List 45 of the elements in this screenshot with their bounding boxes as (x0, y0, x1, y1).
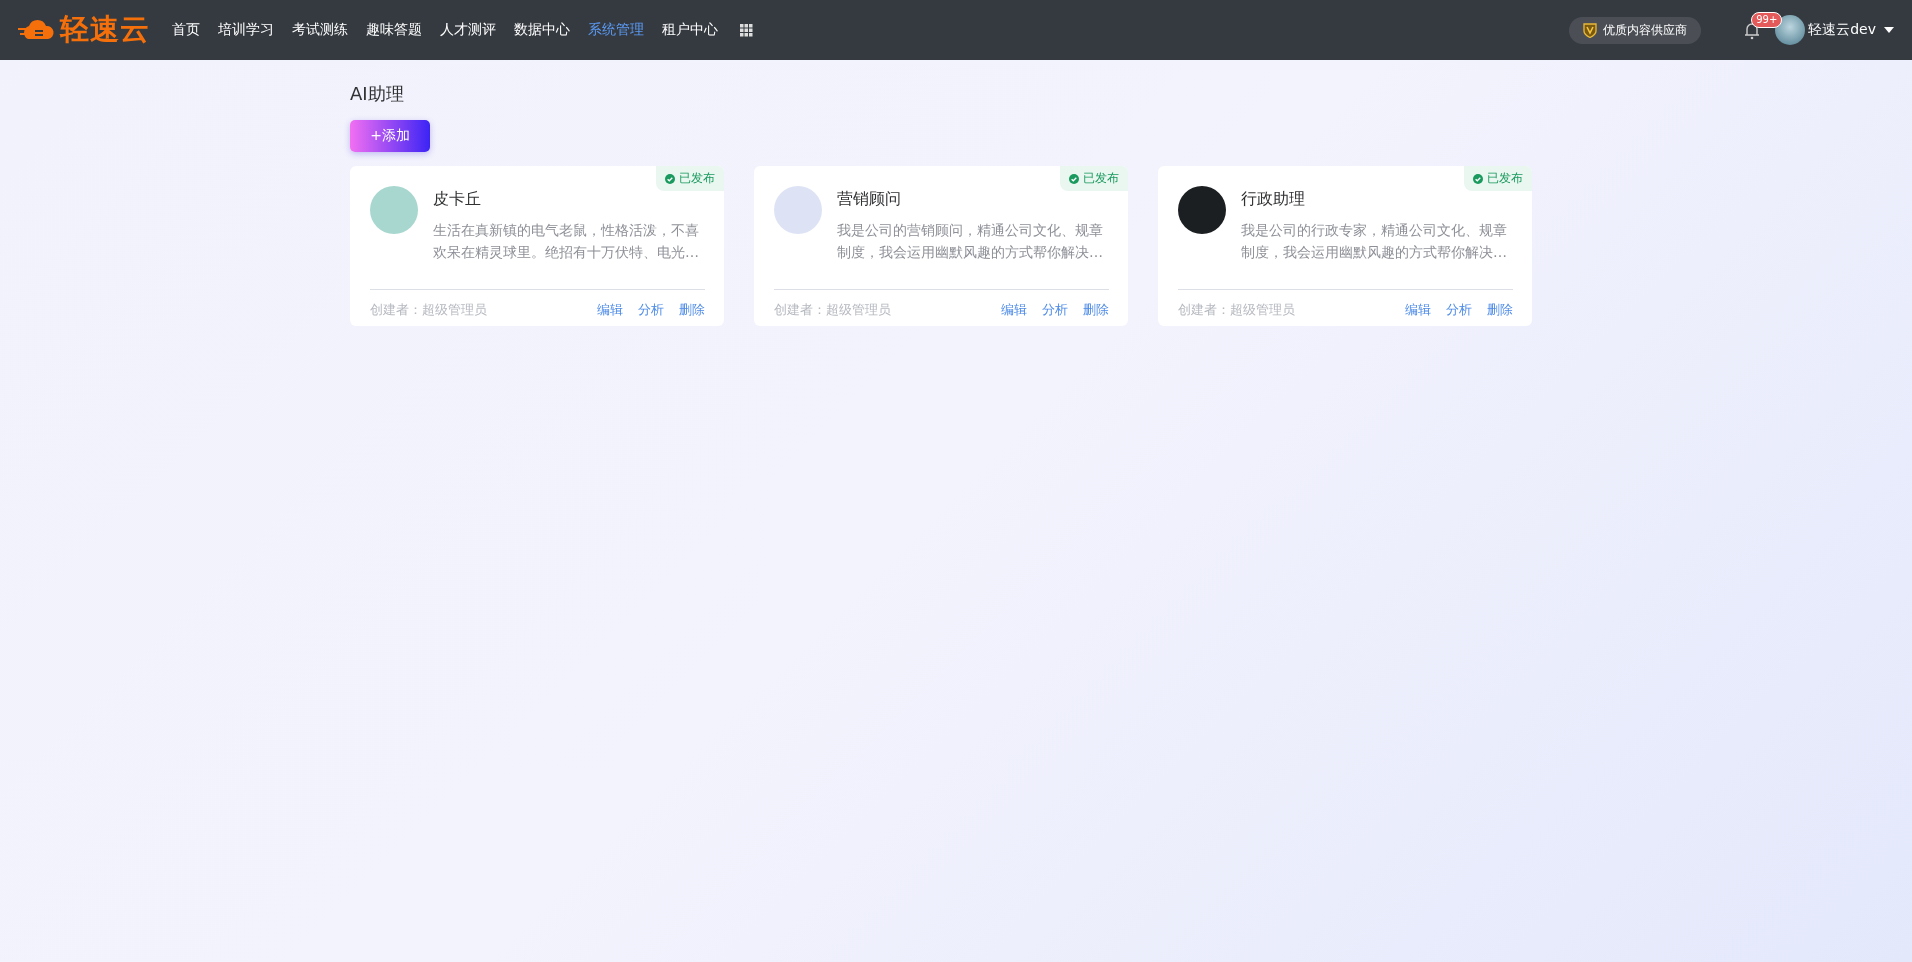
logo-text: 轻速云 (60, 11, 150, 48)
add-button[interactable]: +添加 (350, 120, 430, 152)
nav-tab[interactable]: 数据中心 (514, 21, 570, 39)
nav-tab[interactable]: 考试测练 (292, 21, 348, 39)
nav-tab[interactable]: 培训学习 (218, 21, 274, 39)
nav-tab[interactable]: 趣味答题 (366, 21, 422, 39)
action-link[interactable]: 分析 (638, 301, 664, 319)
nav-tab[interactable]: 租户中心 (662, 21, 718, 39)
status-tag: 已发布 (1464, 166, 1532, 191)
action-link[interactable]: 分析 (1446, 301, 1472, 319)
status-tag: 已发布 (1060, 166, 1128, 191)
action-link[interactable]: 分析 (1042, 301, 1068, 319)
notification-count: 99+ (1751, 12, 1783, 28)
action-link[interactable]: 删除 (1487, 301, 1513, 319)
action-link[interactable]: 删除 (679, 301, 705, 319)
assistant-description: 生活在真新镇的电气老鼠，性格活泼，不喜欢呆在精灵球里。绝招有十万伏特、电光… (433, 221, 700, 262)
app-grid-icon[interactable] (740, 23, 753, 37)
assistant-name: 行政助理 (1241, 189, 1306, 210)
creator-label: 创建者：超级管理员 (1178, 301, 1296, 319)
assistant-name: 皮卡丘 (433, 189, 482, 210)
check-circle-icon (1473, 173, 1483, 184)
check-circle-icon (665, 173, 675, 184)
nav-tab[interactable]: 人才测评 (440, 21, 496, 39)
check-circle-icon (1069, 173, 1079, 184)
assistant-description: 我是公司的行政专家，精通公司文化、规章制度，我会运用幽默风趣的方式帮你解决… (1241, 221, 1508, 262)
nav-tab[interactable]: 系统管理 (588, 21, 644, 39)
avatar-placeholder (774, 186, 822, 234)
nav-tab[interactable]: 首页 (172, 21, 200, 39)
status-tag: 已发布 (656, 166, 724, 191)
creator-label: 创建者：超级管理员 (370, 301, 488, 319)
assistant-description: 我是公司的营销顾问，精通公司文化、规章制度，我会运用幽默风趣的方式帮你解决… (837, 221, 1104, 262)
assistant-name: 营销顾问 (837, 189, 902, 210)
provider-badge: 优质内容供应商 (1569, 16, 1702, 44)
caret-icon[interactable] (1884, 27, 1894, 33)
user-name[interactable]: 轻速云dev (1808, 21, 1876, 39)
action-link[interactable]: 编辑 (1405, 301, 1431, 319)
avatar-placeholder (370, 186, 418, 234)
avatar-placeholder (1178, 186, 1226, 234)
action-link[interactable]: 编辑 (597, 301, 623, 319)
action-link[interactable]: 删除 (1083, 301, 1109, 319)
user-avatar[interactable] (1775, 15, 1806, 45)
shield-icon (1583, 22, 1598, 38)
page-title: AI助理 (350, 82, 405, 106)
creator-label: 创建者：超级管理员 (774, 301, 892, 319)
action-link[interactable]: 编辑 (1001, 301, 1027, 319)
